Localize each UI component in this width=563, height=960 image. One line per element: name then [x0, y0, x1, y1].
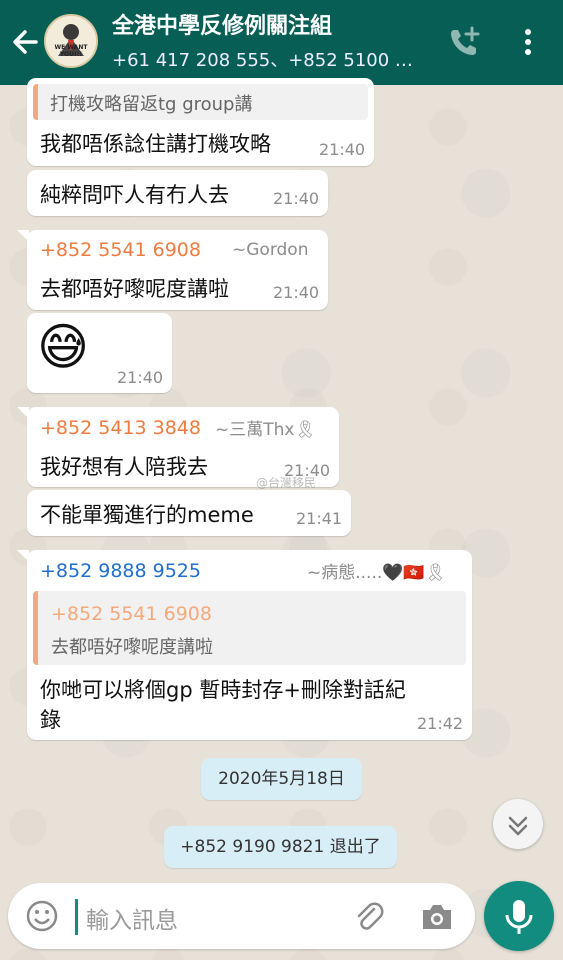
message-time: 21:40	[273, 189, 320, 208]
chat-participants[interactable]: +61 417 208 555、+852 5100 9...	[112, 46, 422, 72]
message-input[interactable]: 輸入訊息	[86, 901, 178, 935]
sender-alias: ~三萬Thx🎗	[215, 420, 317, 440]
back-arrow-icon[interactable]	[8, 22, 42, 62]
message-bubble[interactable]: +852 5541 6908 ~Gordon 去都唔好嚟呢度講啦 21:40	[27, 230, 328, 310]
paperclip-icon[interactable]	[351, 899, 387, 935]
message-text-line: 錄	[40, 708, 61, 732]
more-options-icon[interactable]	[514, 24, 542, 60]
message-time: 21:41	[296, 509, 343, 528]
microphone-icon	[505, 900, 533, 934]
quoted-message[interactable]: +852 5541 6908 去都唔好嚟呢度講啦	[33, 591, 466, 665]
quoted-sender: +852 5541 6908	[51, 603, 212, 625]
group-avatar[interactable]: WE WANT YOU!!!	[44, 14, 98, 68]
sender-alias: ~Gordon	[232, 240, 309, 260]
chat-header: WE WANT YOU!!! 全港中學反修例關注組 +61 417 208 55…	[0, 0, 563, 85]
message-bubble[interactable]: 😅 21:40	[27, 313, 172, 393]
message-text: 我好想有人陪我去	[40, 455, 208, 479]
message-time: 21:40	[319, 140, 366, 159]
avatar-figure-icon	[46, 16, 96, 66]
quoted-text: 去都唔好嚟呢度講啦	[51, 637, 213, 658]
sender-phone[interactable]: +852 9888 9525	[40, 560, 201, 582]
emoji-message: 😅	[37, 318, 90, 376]
message-text-line: 你哋可以將個gp 暫時封存+刪除對話紀	[40, 678, 406, 702]
avatar-caption: WE WANT YOU!!!	[54, 44, 88, 58]
message-text: 不能單獨進行的meme	[40, 503, 254, 527]
message-bubble[interactable]: 純粹問吓人有冇人去 21:40	[27, 170, 328, 216]
emoji-icon[interactable]	[25, 899, 59, 933]
sender-alias: ~病態.....🖤🇭🇰🎗	[307, 563, 447, 583]
message-bubble[interactable]: 打機攻略留返tg group講 我都唔係諗住講打機攻略 21:40	[27, 78, 374, 166]
sender-phone[interactable]: +852 5413 3848	[40, 417, 201, 439]
voice-message-button[interactable]	[484, 881, 554, 951]
quoted-message[interactable]: 打機攻略留返tg group講	[33, 84, 368, 120]
text-cursor	[75, 899, 78, 935]
message-input-bar: 輸入訊息	[8, 883, 475, 949]
message-time: 21:40	[117, 368, 164, 387]
date-text: 2020年5月18日	[218, 769, 345, 789]
quoted-text: 打機攻略留返tg group講	[50, 94, 253, 115]
chat-title[interactable]: 全港中學反修例關注組	[112, 8, 432, 40]
message-time: 21:40	[273, 283, 320, 302]
message-text: 去都唔好嚟呢度講啦	[40, 277, 229, 301]
camera-icon[interactable]	[419, 899, 455, 935]
image-watermark: @台灣移民	[256, 476, 317, 490]
message-bubble[interactable]: +852 9888 9525 ~病態.....🖤🇭🇰🎗 +852 5541 69…	[27, 550, 472, 740]
message-time: 21:42	[417, 714, 464, 733]
notice-text: +852 9190 9821 退出了	[180, 837, 381, 857]
sender-phone[interactable]: +852 5541 6908	[40, 239, 201, 261]
message-text: 我都唔係諗住講打機攻略	[40, 132, 271, 156]
add-call-icon[interactable]	[446, 24, 482, 60]
message-text: 純粹問吓人有冇人去	[40, 183, 229, 207]
scroll-to-bottom-button[interactable]	[493, 799, 543, 849]
message-bubble[interactable]: 不能單獨進行的meme 21:41	[27, 490, 351, 536]
system-notice: +852 9190 9821 退出了	[164, 826, 397, 868]
date-separator: 2020年5月18日	[201, 758, 362, 800]
double-chevron-down-icon	[508, 816, 528, 836]
